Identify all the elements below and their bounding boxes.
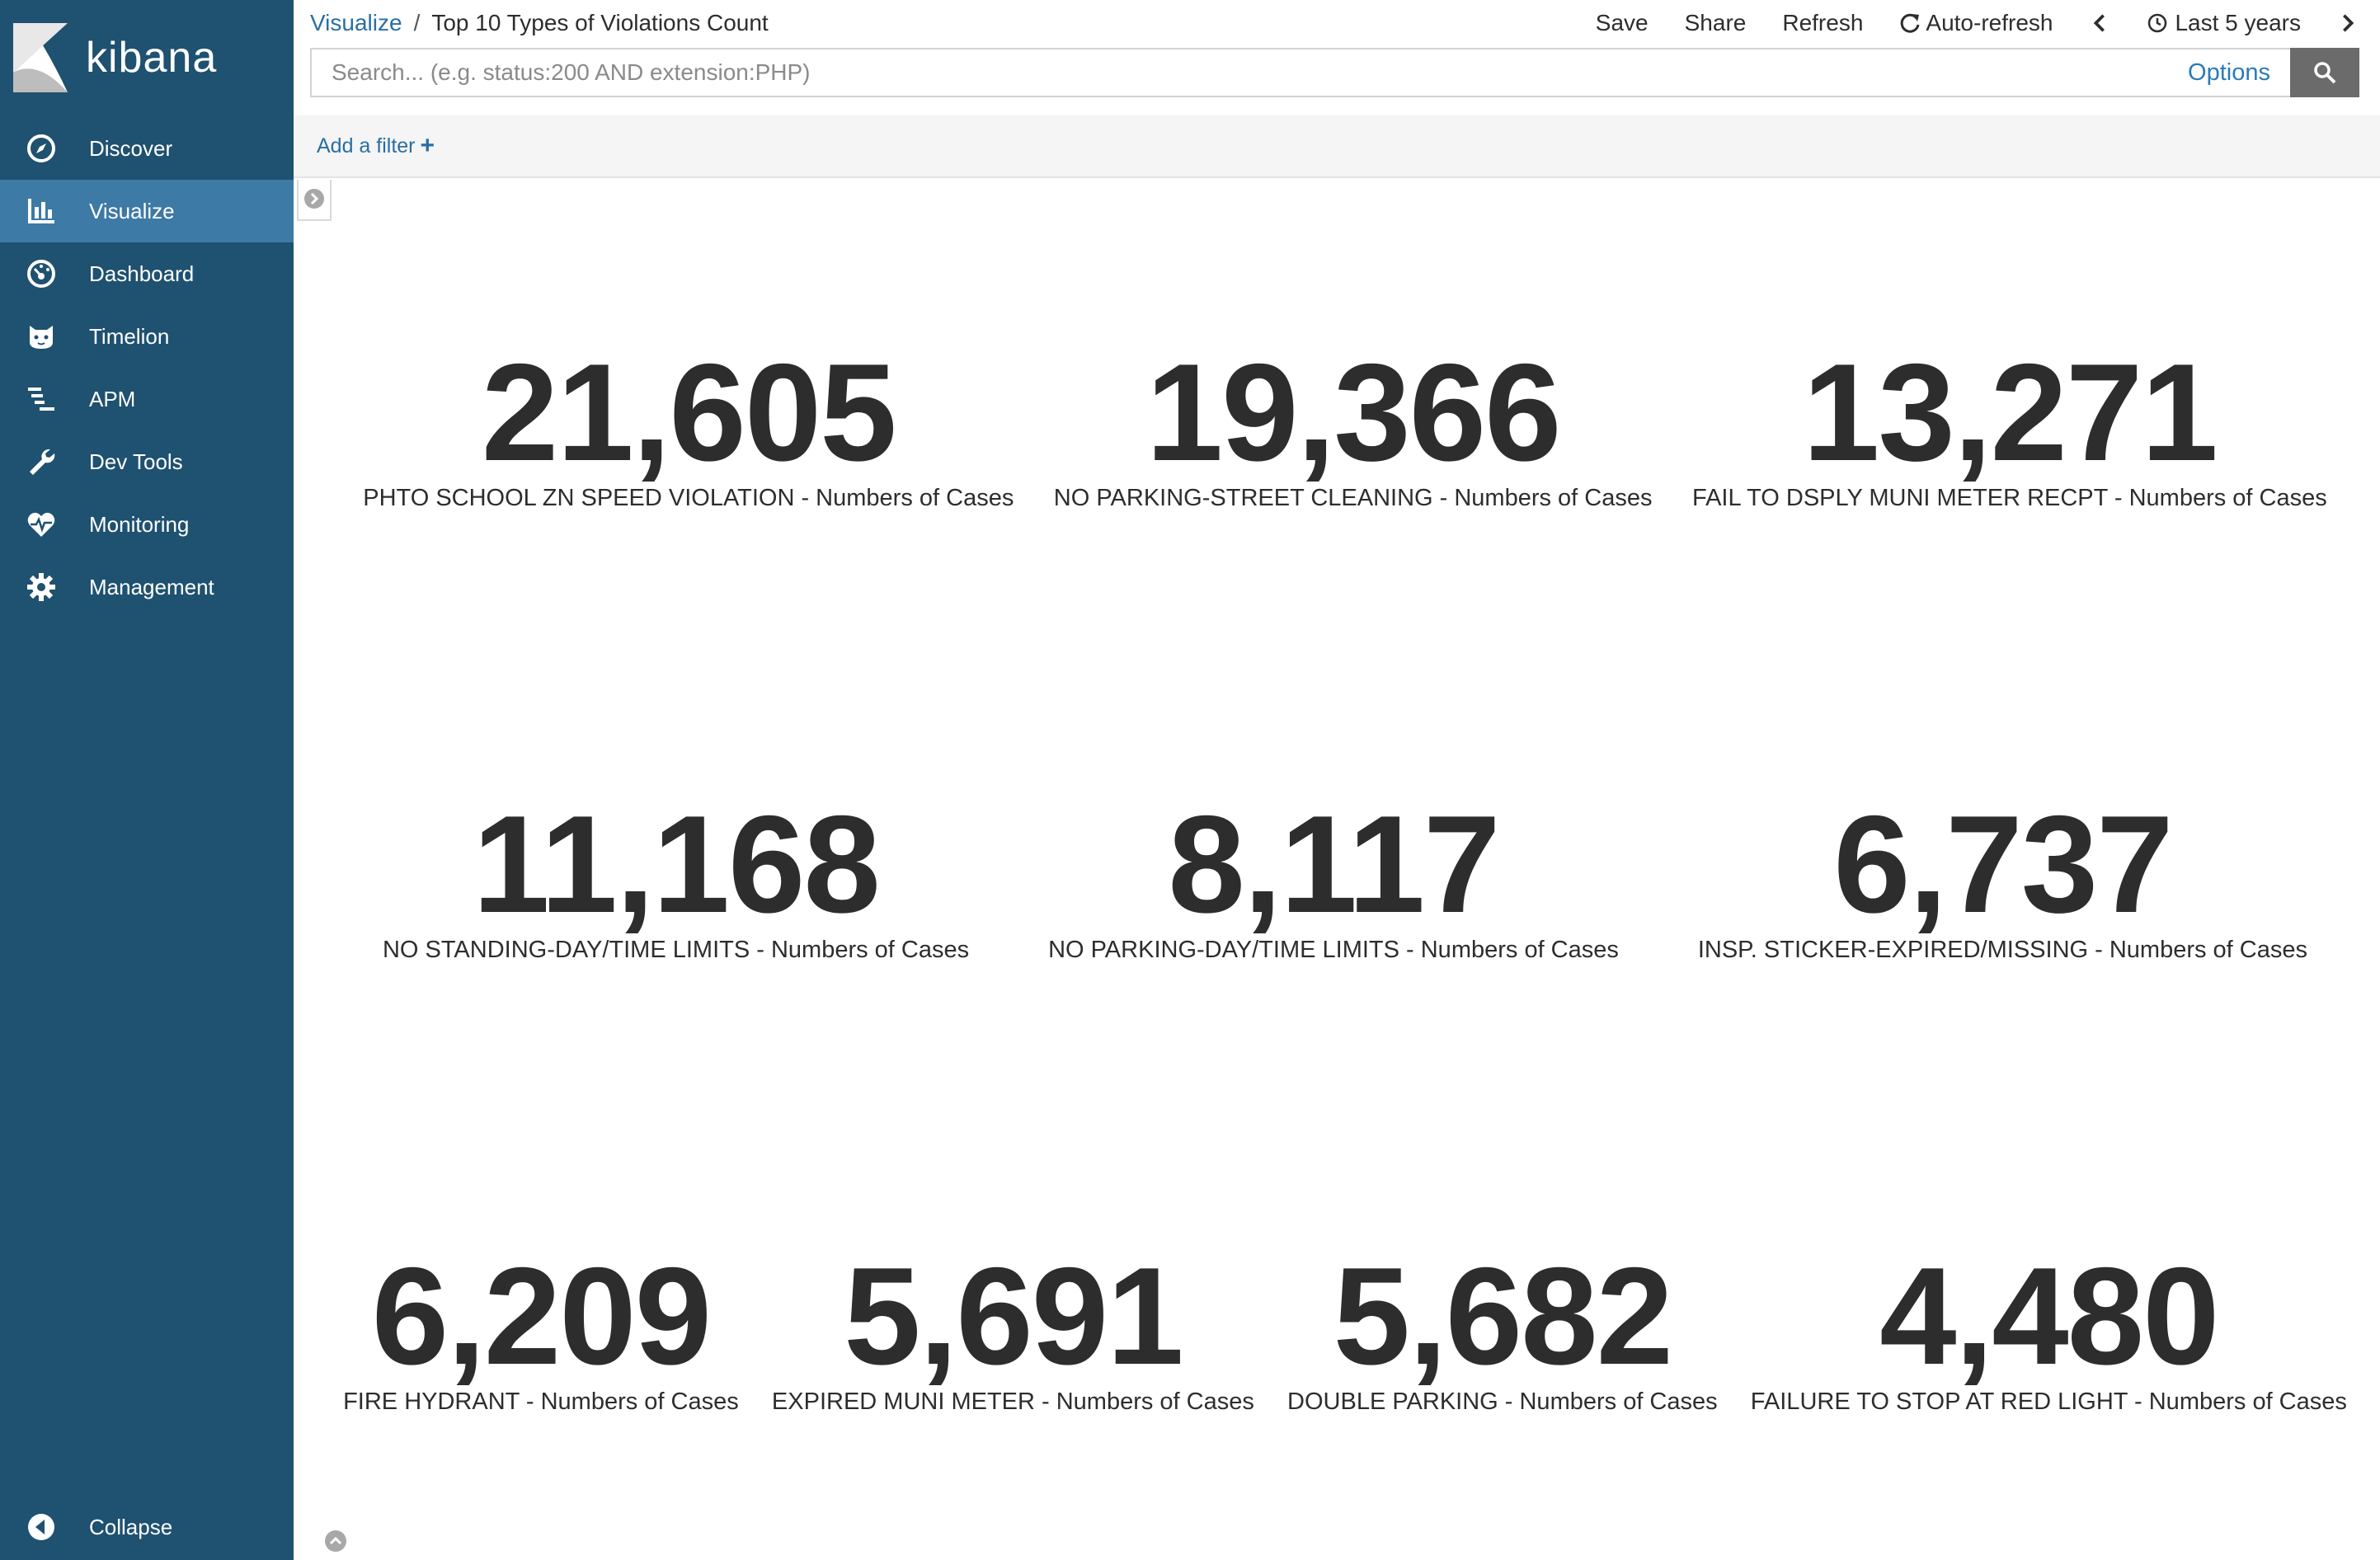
sidebar-item-label: Discover [89,135,173,161]
sidebar-item-timelion[interactable]: Timelion [0,305,294,368]
kibana-logo-icon [13,23,68,92]
metric-label: DOUBLE PARKING - Numbers of Cases [1287,1388,1718,1415]
sidebar-item-label: Management [89,574,214,599]
metric-value: 8,117 [1168,787,1500,942]
sidebar-item-label: APM [89,386,136,411]
visualization-area: 21,605 PHTO SCHOOL ZN SPEED VIOLATION - … [294,178,2380,1560]
sidebar-item-apm[interactable]: APM [0,368,294,430]
metric-tile: 5,691 EXPIRED MUNI METER - Numbers of Ca… [772,1247,1254,1416]
plus-icon: + [420,132,435,159]
search-input[interactable] [330,59,2189,87]
toolbar: Save Share Refresh Auto-refresh Last 5 y… [1559,10,2364,36]
chevron-right-icon [2343,14,2354,32]
bottom-panel-toggle[interactable] [323,1529,348,1553]
add-filter-label: Add a filter [317,134,416,157]
time-range-label: Last 5 years [2175,10,2301,35]
breadcrumb-visualize-link[interactable]: Visualize [310,10,402,36]
refresh-icon [1901,13,1920,33]
share-button[interactable]: Share [1685,10,1747,36]
sidebar-item-label: Dashboard [89,261,195,286]
metric-label: PHTO SCHOOL ZN SPEED VIOLATION - Numbers… [363,485,1014,511]
chevron-circle-up-icon [325,1530,346,1552]
sidebar-nav: Discover Visualize Dashboard Timelion AP… [0,117,294,618]
dashboard-gauge-icon [25,257,58,290]
search-field: Options [310,48,2290,97]
editor-sidebar-toggle[interactable] [297,180,332,221]
time-forward-button[interactable] [2337,12,2364,34]
clock-icon [2148,13,2167,33]
filter-bar: Add a filter + [294,115,2380,178]
add-filter-button[interactable]: Add a filter + [317,132,435,160]
metric-value: 6,737 [1833,787,2173,942]
breadcrumb-separator: / [413,10,421,35]
chevron-circle-right-icon [304,189,324,209]
metric-row: 6,209 FIRE HYDRANT - Numbers of Cases 5,… [294,1247,2380,1416]
metric-value: 5,682 [1333,1238,1673,1393]
metric-tile: 4,480 FAILURE TO STOP AT RED LIGHT - Num… [1751,1247,2347,1416]
metric-tile: 8,117 NO PARKING-DAY/TIME LIMITS - Numbe… [1048,795,1619,964]
metric-tile: 5,682 DOUBLE PARKING - Numbers of Cases [1287,1247,1718,1416]
sidebar-item-monitoring[interactable]: Monitoring [0,493,294,556]
sidebar: kibana Discover Visualize Dashboard Time… [0,0,294,1560]
metric-row: 11,168 NO STANDING-DAY/TIME LIMITS - Num… [294,795,2380,964]
bar-chart-icon [25,195,58,228]
compass-icon [25,132,58,165]
metric-value: 4,480 [1879,1238,2219,1393]
metric-tile: 6,737 INSP. STICKER-EXPIRED/MISSING - Nu… [1698,795,2307,964]
metric-value: 19,366 [1145,335,1562,490]
save-button[interactable]: Save [1596,10,1649,36]
page-title: Top 10 Types of Violations Count [431,10,769,35]
metric-value: 13,271 [1802,335,2218,490]
sidebar-item-dashboard[interactable]: Dashboard [0,242,294,305]
query-bar: Options [310,48,2359,97]
search-icon [2314,62,2336,84]
metric-row: 21,605 PHTO SCHOOL ZN SPEED VIOLATION - … [294,343,2380,512]
metric-label: NO STANDING-DAY/TIME LIMITS - Numbers of… [382,937,970,963]
time-picker-button[interactable]: Last 5 years [2147,10,2301,36]
wrench-icon [25,445,58,478]
metric-value: 11,168 [473,787,881,942]
metric-label: INSP. STICKER-EXPIRED/MISSING - Numbers … [1697,937,2307,963]
breadcrumb: Visualize / Top 10 Types of Violations C… [310,10,769,36]
chevron-left-icon [2094,14,2105,32]
metric-label: EXPIRED MUNI METER - Numbers of Cases [771,1388,1254,1415]
heartbeat-icon [25,508,58,541]
metric-tile: 11,168 NO STANDING-DAY/TIME LIMITS - Num… [383,795,969,964]
sidebar-item-dev-tools[interactable]: Dev Tools [0,430,294,493]
brand-name: kibana [86,34,218,82]
sidebar-item-label: Dev Tools [89,449,183,474]
metric-value: 5,691 [844,1238,1183,1393]
options-button[interactable]: Options [2188,59,2270,87]
sidebar-item-management[interactable]: Management [0,556,294,618]
collapse-arrow-icon [25,1511,58,1544]
apm-icon [25,383,58,416]
metric-tile: 6,209 FIRE HYDRANT - Numbers of Cases [343,1247,739,1416]
auto-refresh-label: Auto-refresh [1926,10,2053,35]
collapse-button[interactable]: Collapse [0,1494,294,1560]
metric-tile: 21,605 PHTO SCHOOL ZN SPEED VIOLATION - … [363,343,1014,512]
sidebar-item-label: Timelion [89,323,170,349]
kibana-logo[interactable]: kibana [13,23,277,92]
sidebar-item-label: Monitoring [89,511,190,537]
metric-value: 6,209 [371,1238,712,1393]
refresh-button[interactable]: Refresh [1782,10,1863,36]
metric-label: FAILURE TO STOP AT RED LIGHT - Numbers o… [1750,1388,2347,1415]
sidebar-item-label: Visualize [89,198,175,223]
collapse-label: Collapse [89,1514,173,1539]
metric-tile: 19,366 NO PARKING-STREET CLEANING - Numb… [1054,343,1653,512]
metric-label: NO PARKING-STREET CLEANING - Numbers of … [1053,485,1653,511]
search-submit-button[interactable] [2290,48,2359,97]
metric-value: 21,605 [481,335,897,490]
sidebar-item-visualize[interactable]: Visualize [0,180,294,242]
metric-tile: 13,271 FAIL TO DSPLY MUNI METER RECPT - … [1692,343,2327,512]
metric-label: FIRE HYDRANT - Numbers of Cases [343,1388,739,1415]
auto-refresh-button[interactable]: Auto-refresh [1899,10,2053,36]
time-back-button[interactable] [2089,12,2115,34]
timelion-cat-icon [25,320,58,353]
metric-label: FAIL TO DSPLY MUNI METER RECPT - Numbers… [1691,485,2327,511]
metric-label: NO PARKING-DAY/TIME LIMITS - Numbers of … [1048,937,1619,963]
top-bar: Visualize / Top 10 Types of Violations C… [294,0,2380,49]
sidebar-item-discover[interactable]: Discover [0,117,294,180]
gear-icon [25,571,58,604]
